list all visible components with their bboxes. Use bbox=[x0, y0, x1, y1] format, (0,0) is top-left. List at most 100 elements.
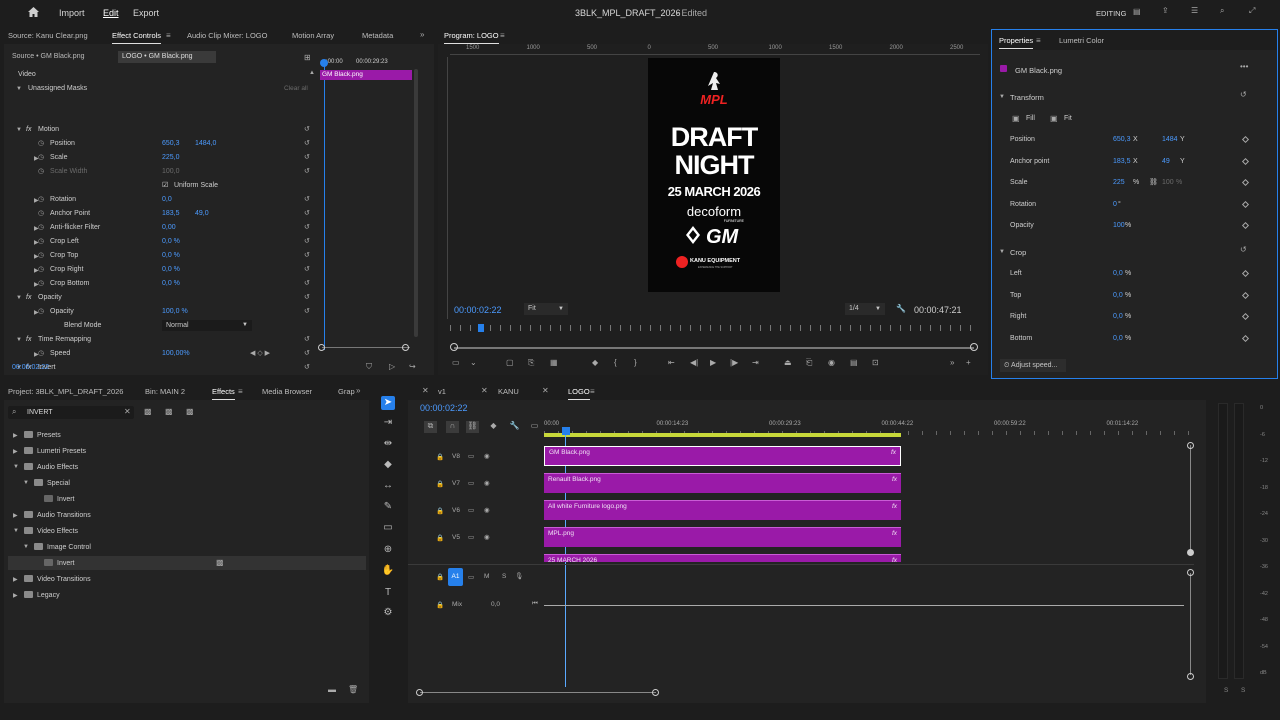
tab-bin[interactable]: Bin: MAIN 2 bbox=[145, 387, 185, 396]
sync-lock-icon[interactable]: ▭ bbox=[468, 533, 474, 541]
stopwatch-icon[interactable]: ◷ bbox=[38, 139, 44, 147]
effect-param-value[interactable]: 0,0 % bbox=[162, 238, 180, 245]
program-timecode[interactable]: 00:00:02:22 bbox=[454, 305, 502, 315]
stopwatch-icon[interactable]: ◷ bbox=[38, 195, 44, 203]
property-value-2[interactable]: 49 bbox=[1162, 158, 1170, 165]
property-value[interactable]: 183,5 bbox=[1113, 158, 1131, 165]
ec-scroll-handle-left[interactable] bbox=[318, 344, 325, 351]
property-value[interactable]: 225 bbox=[1113, 179, 1125, 186]
sync-lock-icon[interactable]: ▭ bbox=[468, 573, 474, 581]
eye-icon[interactable]: ◉ bbox=[484, 479, 490, 487]
timeline-playhead-marker[interactable] bbox=[562, 427, 570, 435]
out-point-icon[interactable]: } bbox=[634, 358, 637, 367]
reset-parameter-icon[interactable]: ↺ bbox=[304, 125, 310, 133]
reset-parameter-icon[interactable]: ↺ bbox=[304, 223, 310, 231]
timeline-clip[interactable]: GM Black.png fx bbox=[544, 446, 901, 466]
expand-icon[interactable]: ▶ bbox=[13, 592, 18, 599]
effects-tree-item[interactable]: Presets bbox=[24, 431, 61, 439]
tab-effect-controls[interactable]: Effect Controls bbox=[112, 31, 162, 44]
tab-properties[interactable]: Properties bbox=[999, 36, 1034, 49]
expand-icon[interactable]: ▼ bbox=[13, 528, 19, 534]
expand-icon[interactable]: ▼ bbox=[16, 295, 22, 301]
timeline-menu-icon[interactable]: ≡ bbox=[590, 387, 595, 396]
eye-icon[interactable]: ◉ bbox=[484, 533, 490, 541]
selection-tool-icon[interactable]: ➤ bbox=[381, 396, 395, 410]
effect-param-value[interactable]: 0,0 % bbox=[162, 266, 180, 273]
chevron-down-icon[interactable]: ⌄ bbox=[470, 358, 477, 367]
effect-param-value-2[interactable]: 49,0 bbox=[195, 210, 209, 217]
fullscreen-icon[interactable]: ⤢ bbox=[1249, 6, 1255, 16]
sync-lock-icon[interactable]: ▭ bbox=[468, 479, 474, 487]
snapshot-icon[interactable]: ▦ bbox=[550, 358, 558, 367]
more-options-icon[interactable]: ••• bbox=[1240, 62, 1248, 71]
keyframe-toggle-icon[interactable] bbox=[1241, 221, 1250, 230]
reset-parameter-icon[interactable]: ↺ bbox=[304, 293, 310, 301]
uniform-scale-checkbox[interactable]: ☑ bbox=[162, 181, 168, 189]
crop-value[interactable]: 0,0 bbox=[1113, 313, 1123, 320]
eye-icon[interactable]: ◉ bbox=[484, 452, 490, 460]
effect-param-value[interactable]: 100,0 bbox=[162, 168, 180, 175]
keyframe-toggle-icon[interactable] bbox=[1241, 312, 1250, 321]
stopwatch-icon[interactable]: ◷ bbox=[38, 251, 44, 259]
workspace-label[interactable]: EDITING bbox=[1096, 9, 1126, 18]
effects-search-input[interactable] bbox=[27, 407, 117, 418]
effect-param-value[interactable]: 650,3 bbox=[162, 140, 180, 147]
menu-lines-icon[interactable]: ☰ bbox=[1191, 6, 1198, 15]
lock-icon[interactable]: 🔒 bbox=[436, 573, 444, 581]
property-value-2[interactable]: 100 bbox=[1162, 179, 1174, 186]
program-playhead-marker[interactable] bbox=[478, 324, 484, 332]
crop-value[interactable]: 0,0 bbox=[1113, 335, 1123, 342]
effect-param-value[interactable]: 100,00% bbox=[162, 350, 190, 357]
slip-tool-icon[interactable]: ↔ bbox=[381, 479, 395, 493]
timeline-v-handle-audio-bottom[interactable] bbox=[1187, 673, 1194, 680]
effects-tree-item[interactable]: Audio Transitions bbox=[24, 511, 91, 519]
timeline-h-scrollbar[interactable] bbox=[420, 692, 656, 693]
stopwatch-icon[interactable]: ◷ bbox=[38, 167, 44, 175]
fit-label[interactable]: Fit bbox=[1064, 115, 1072, 122]
microphone-icon[interactable]: 🎙 bbox=[515, 572, 523, 580]
step-forward-icon[interactable]: |▶ bbox=[730, 358, 738, 367]
effects-tree-item[interactable]: Legacy bbox=[24, 591, 60, 599]
keyframe-toggle-icon[interactable] bbox=[1241, 291, 1250, 299]
mix-value[interactable]: 0,0 bbox=[491, 601, 500, 608]
stopwatch-icon[interactable]: ◷ bbox=[38, 307, 44, 315]
effects-search-field[interactable]: ⌕ ✕ bbox=[8, 406, 134, 419]
expand-icon[interactable]: ▶ bbox=[13, 576, 18, 583]
ec-zoom-scrollbar[interactable] bbox=[322, 347, 410, 348]
ec-vertical-scrollbar[interactable] bbox=[414, 69, 418, 337]
crop-reset-icon[interactable]: ↺ bbox=[1240, 245, 1247, 254]
fx-icon[interactable]: fx bbox=[26, 336, 31, 343]
scroll-up-icon[interactable]: ▲ bbox=[309, 70, 315, 76]
sync-lock-icon[interactable]: ▭ bbox=[468, 452, 474, 460]
keyframe-toggle-icon[interactable] bbox=[1241, 334, 1250, 342]
a1-target-button[interactable]: A1 bbox=[448, 568, 463, 586]
effect-param-value[interactable]: 100,0 % bbox=[162, 308, 188, 315]
track-select-icon[interactable]: ⇥ bbox=[381, 416, 395, 430]
expand-icon[interactable]: ▼ bbox=[16, 127, 22, 133]
tab-graphics[interactable]: Grap bbox=[338, 387, 355, 396]
ec-scroll-handle-right[interactable] bbox=[402, 344, 409, 351]
property-value[interactable]: 100 bbox=[1113, 222, 1125, 229]
reset-parameter-icon[interactable]: ↺ bbox=[304, 307, 310, 315]
program-time-ruler[interactable] bbox=[450, 325, 980, 331]
keyframe-toggle-icon[interactable] bbox=[1241, 178, 1250, 187]
reset-parameter-icon[interactable]: ↺ bbox=[304, 279, 310, 287]
expand-icon[interactable]: ▶ bbox=[13, 448, 18, 455]
reset-parameter-icon[interactable]: ↺ bbox=[304, 265, 310, 273]
program-menu-icon[interactable]: ≡ bbox=[500, 31, 505, 40]
track-name[interactable]: V5 bbox=[452, 534, 460, 541]
fx-icon[interactable]: fx bbox=[26, 126, 31, 133]
accelerated-effects-icon[interactable]: ▩ bbox=[144, 407, 152, 416]
timeline-clip[interactable]: MPL.png fx bbox=[544, 527, 901, 547]
timeline-scroll-handle-right[interactable] bbox=[652, 689, 659, 696]
sync-lock-icon[interactable]: ▭ bbox=[468, 506, 474, 514]
close-tab-icon[interactable]: ✕ bbox=[422, 386, 429, 395]
home-icon[interactable] bbox=[28, 7, 39, 17]
stopwatch-icon[interactable]: ◷ bbox=[38, 265, 44, 273]
expand-icon[interactable]: ▼ bbox=[16, 337, 22, 343]
property-value-2[interactable]: 1484 bbox=[1162, 136, 1178, 143]
timeline-v-scrollbar-audio[interactable] bbox=[1190, 573, 1191, 675]
stopwatch-icon[interactable]: ◷ bbox=[38, 223, 44, 231]
lock-icon[interactable]: 🔒 bbox=[436, 480, 444, 488]
effects-tree-item[interactable]: Special bbox=[34, 479, 70, 487]
